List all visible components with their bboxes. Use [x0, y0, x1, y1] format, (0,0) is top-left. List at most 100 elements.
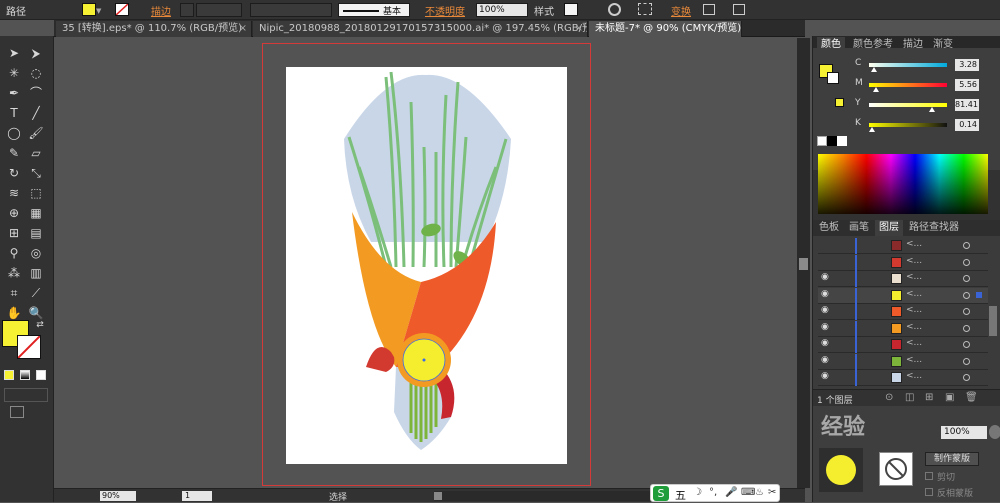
tab-stroke[interactable]: 描边 — [899, 37, 927, 53]
draw-mode-icon[interactable] — [4, 388, 48, 402]
graph-tool-icon[interactable]: ▥ — [26, 264, 46, 282]
layer-row[interactable]: ◉ <... — [818, 304, 988, 320]
chevron-down-icon[interactable]: ▼ — [96, 7, 101, 15]
layer-row[interactable]: <... — [818, 238, 988, 254]
target-icon[interactable] — [963, 291, 970, 299]
stroke-swatch[interactable] — [827, 72, 839, 84]
target-icon[interactable] — [963, 308, 970, 315]
isolate-icon[interactable] — [703, 4, 715, 15]
selection-indicator[interactable] — [976, 291, 982, 298]
ime-mode-label[interactable]: 五 — [675, 487, 686, 503]
layer-row[interactable]: ◉ <... — [818, 320, 988, 337]
clipping-mask-icon[interactable]: ◫ — [905, 392, 914, 403]
slider-knob[interactable] — [929, 107, 935, 112]
swap-icon[interactable]: ⇄ — [30, 316, 50, 334]
fill-swatch[interactable] — [82, 3, 96, 16]
opacity-label[interactable]: 不透明度 — [425, 3, 465, 18]
clip-checkbox[interactable] — [925, 472, 933, 480]
channel-value-m[interactable]: 5.56 — [955, 79, 979, 91]
blend-tool-icon[interactable]: ◎ — [26, 244, 46, 262]
channel-slider-y[interactable] — [869, 103, 947, 112]
stroke-weight-stepper[interactable] — [180, 3, 194, 17]
tab-brushes[interactable]: 画笔 — [845, 220, 873, 236]
channel-slider-m[interactable] — [869, 83, 947, 92]
artboard-tool-icon[interactable]: ⌗ — [4, 284, 24, 302]
white-swatch[interactable] — [837, 136, 847, 146]
opacity-slider-knob[interactable] — [989, 425, 1000, 439]
tab-color-guide[interactable]: 颜色参考 — [849, 37, 897, 53]
color-spectrum[interactable] — [818, 154, 988, 214]
pencil-tool-icon[interactable]: ✎ — [4, 144, 24, 162]
none-swatch[interactable] — [817, 136, 827, 146]
close-icon[interactable]: × — [239, 21, 247, 36]
layer-row[interactable]: ◉ <... — [818, 271, 988, 287]
mic-icon[interactable]: 🎤 — [725, 487, 737, 498]
scroll-thumb[interactable] — [799, 258, 808, 270]
mesh-tool-icon[interactable]: ⊞ — [4, 224, 24, 242]
curvature-tool-icon[interactable]: ⌒ — [26, 84, 46, 102]
target-icon[interactable] — [963, 324, 970, 332]
layers-scroll-thumb[interactable] — [989, 306, 997, 336]
target-icon[interactable] — [963, 357, 970, 365]
layer-row[interactable]: ◉ <... — [818, 287, 988, 304]
mask-thumbnail[interactable] — [879, 452, 913, 486]
channel-slider-k[interactable] — [869, 123, 947, 132]
symbol-sprayer-tool-icon[interactable]: ⁂ — [4, 264, 24, 282]
arrange-icon[interactable] — [733, 4, 745, 15]
tools-icon[interactable]: ✂ — [768, 487, 776, 498]
direct-selection-tool-icon[interactable]: ⮞ — [26, 44, 46, 62]
opacity-field[interactable]: 100% — [941, 426, 987, 439]
pen-tool-icon[interactable]: ✒ — [4, 84, 24, 102]
locate-object-icon[interactable]: ⊙ — [885, 392, 893, 403]
tab-doc-1[interactable]: 35 [转换].eps* @ 110.7% (RGB/预览) × — [56, 21, 252, 37]
layer-row[interactable]: ◉ <... — [818, 353, 988, 370]
scale-tool-icon[interactable]: ⤡ — [26, 164, 46, 182]
target-icon[interactable] — [963, 341, 970, 348]
ime-toolbar[interactable]: S 五 ☽ °, 🎤 ⌨ ♨ ✂ — [650, 484, 780, 502]
slider-knob[interactable] — [869, 127, 875, 132]
rotate-tool-icon[interactable]: ↻ — [4, 164, 24, 182]
recolor-icon[interactable] — [608, 3, 621, 16]
tab-gradient[interactable]: 渐变 — [929, 37, 957, 53]
shape-builder-tool-icon[interactable]: ⊕ — [4, 204, 24, 222]
channel-value-k[interactable]: 0.14 — [955, 119, 979, 131]
tab-color[interactable]: 颜色 — [817, 37, 845, 53]
target-icon[interactable] — [963, 275, 970, 282]
keyboard-icon[interactable]: ⌨ — [741, 487, 755, 498]
screen-mode-icon[interactable] — [10, 406, 24, 418]
eye-icon[interactable]: ◉ — [821, 338, 829, 348]
eyedropper-tool-icon[interactable]: ⚲ — [4, 244, 24, 262]
zoom-field[interactable]: 90% — [100, 491, 136, 501]
eraser-tool-icon[interactable]: ▱ — [26, 144, 46, 162]
layer-row[interactable]: <... — [818, 254, 988, 271]
tab-pathfinder[interactable]: 路径查找器 — [905, 220, 963, 236]
layer-row[interactable]: ◉ <... — [818, 370, 988, 386]
slider-knob[interactable] — [873, 87, 879, 92]
new-layer-icon[interactable]: ▣ — [945, 392, 954, 403]
artboard[interactable] — [286, 67, 567, 464]
selection-tool-icon[interactable]: ➤ — [4, 44, 24, 62]
brush-dropdown[interactable]: 基本 — [338, 3, 410, 17]
slice-tool-icon[interactable]: ⟋ — [26, 284, 46, 302]
channel-value-c[interactable]: 3.28 — [955, 59, 979, 71]
magic-wand-tool-icon[interactable]: ✳ — [4, 64, 24, 82]
stroke-label[interactable]: 描边 — [151, 3, 171, 18]
punctuation-icon[interactable]: °, — [709, 487, 717, 498]
gradient-tool-icon[interactable]: ▤ — [26, 224, 46, 242]
align-icon[interactable] — [638, 3, 652, 15]
slider-knob[interactable] — [871, 67, 877, 72]
color-mode-icon[interactable] — [4, 370, 14, 380]
black-swatch[interactable] — [827, 136, 837, 146]
eye-icon[interactable]: ◉ — [821, 289, 829, 299]
eye-icon[interactable]: ◉ — [821, 322, 829, 332]
eye-icon[interactable]: ◉ — [821, 305, 829, 315]
channel-slider-c[interactable] — [869, 63, 947, 72]
eye-icon[interactable]: ◉ — [821, 371, 829, 381]
layer-row[interactable]: ◉ <... — [818, 337, 988, 353]
stroke-weight-field[interactable] — [196, 3, 242, 17]
trash-icon[interactable]: 🗑 — [965, 392, 978, 403]
new-sublayer-icon[interactable]: ⊞ — [925, 392, 933, 403]
none-mode-icon[interactable] — [36, 370, 46, 380]
tab-swatches[interactable]: 色板 — [815, 220, 843, 236]
free-transform-tool-icon[interactable]: ⬚ — [26, 184, 46, 202]
